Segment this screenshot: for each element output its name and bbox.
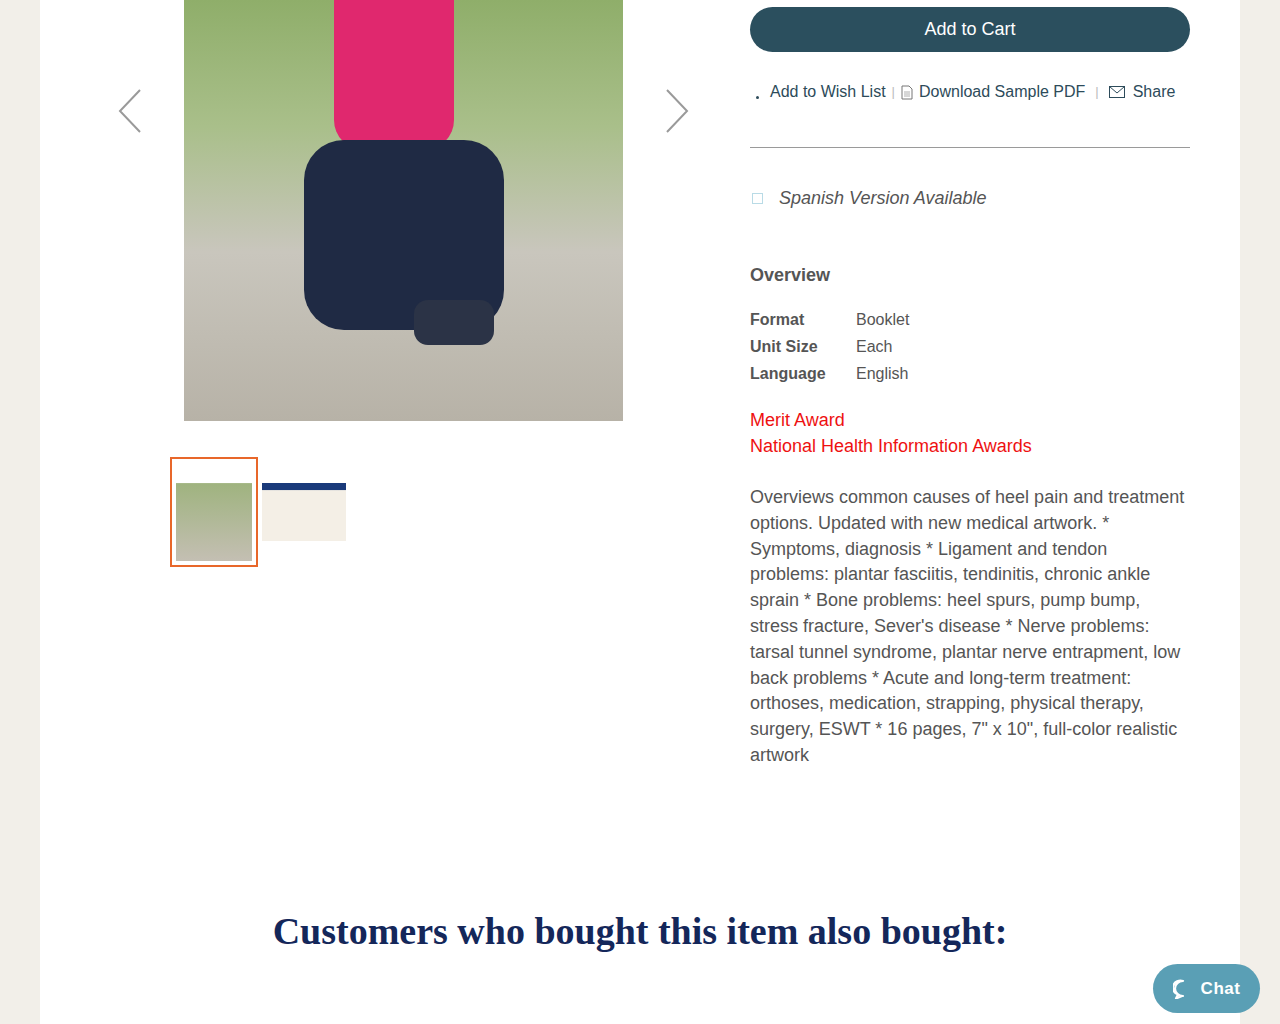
overview-table: FormatBooklet Unit SizeEach LanguageEngl… <box>750 306 1190 387</box>
spanish-version[interactable]: Spanish Version Available <box>750 185 1190 212</box>
gallery <box>40 0 710 769</box>
chat-bubble-icon <box>1173 979 1193 999</box>
action-links: Add to Wish List | Download Sample PDF |… <box>750 80 1190 104</box>
divider <box>750 147 1190 148</box>
share-link[interactable]: Share <box>1133 80 1176 104</box>
awards: Merit Award National Health Information … <box>750 407 1190 459</box>
prev-arrow-icon[interactable] <box>118 88 142 134</box>
chat-button[interactable]: Chat <box>1153 964 1260 1013</box>
overview-title: Overview <box>750 262 1190 289</box>
envelope-icon <box>1109 86 1125 98</box>
separator: | <box>892 82 895 102</box>
overview-row: FormatBooklet <box>750 306 1190 333</box>
download-pdf-link[interactable]: Download Sample PDF <box>919 80 1085 104</box>
product-section: Add to Cart Add to Wish List | Download … <box>40 0 1240 769</box>
document-icon <box>901 85 913 100</box>
wish-list-icon <box>756 96 759 99</box>
description: Overviews common causes of heel pain and… <box>750 485 1190 769</box>
overview-row: Unit SizeEach <box>750 333 1190 360</box>
thumbnail[interactable] <box>170 457 258 567</box>
separator: | <box>1095 82 1098 102</box>
next-arrow-icon[interactable] <box>665 88 689 134</box>
overview-row: LanguageEnglish <box>750 360 1190 387</box>
wish-list-link[interactable]: Add to Wish List <box>770 80 886 104</box>
product-details: Add to Cart Add to Wish List | Download … <box>750 0 1190 769</box>
carousel <box>40 0 710 421</box>
related-heading: Customers who bought this item also boug… <box>40 903 1240 960</box>
product-photo <box>184 0 623 421</box>
award: Merit Award <box>750 407 1190 433</box>
add-to-cart-button[interactable]: Add to Cart <box>750 7 1190 52</box>
thumbnail[interactable] <box>260 481 348 543</box>
spanish-checkbox[interactable] <box>752 193 763 204</box>
thumbnail-strip <box>40 457 710 567</box>
award: National Health Information Awards <box>750 433 1190 459</box>
page-container: Add to Cart Add to Wish List | Download … <box>40 0 1240 1024</box>
